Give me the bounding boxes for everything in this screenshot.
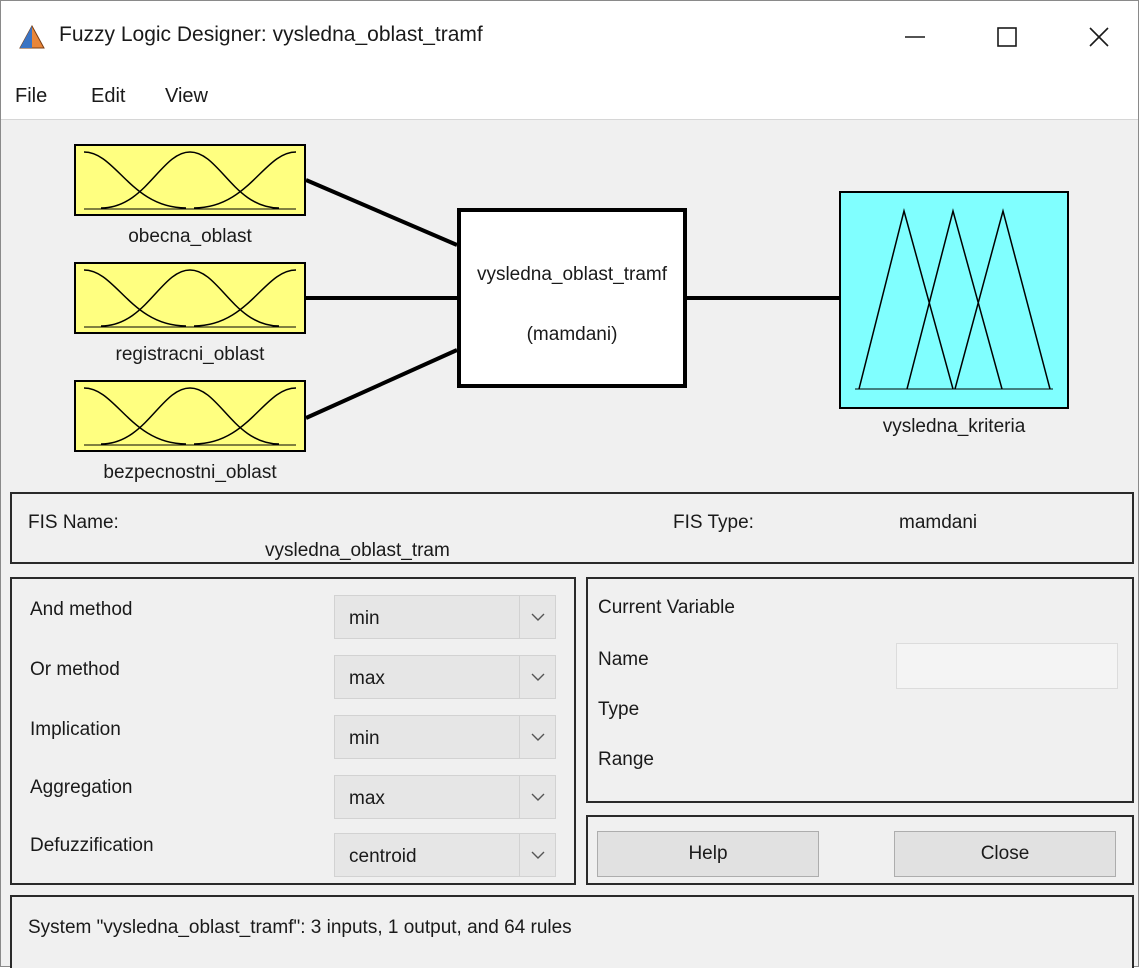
implication-label: Implication — [30, 719, 121, 740]
chevron-down-icon[interactable] — [519, 716, 555, 758]
input-variable-registracni-oblast[interactable] — [74, 262, 306, 334]
and-method-label: And method — [30, 599, 133, 620]
fis-system-name: vysledna_oblast_tramf — [476, 264, 668, 285]
maximize-button[interactable] — [977, 13, 1037, 59]
aggregation-select[interactable]: max — [334, 775, 556, 819]
current-variable-panel: Current Variable Name Type Range — [586, 577, 1134, 803]
menu-view[interactable]: View — [165, 85, 208, 108]
title-bar: Fuzzy Logic Designer: vysledna_oblast_tr… — [1, 1, 1138, 73]
fis-name-label: FIS Name: — [28, 512, 119, 533]
fis-info-panel: FIS Name: vysledna_oblast_tram FIS Type:… — [10, 492, 1134, 564]
membership-functions-icon — [83, 387, 297, 446]
triangular-membership-icon — [855, 208, 1053, 390]
close-icon — [1089, 27, 1109, 47]
help-button[interactable]: Help — [597, 831, 819, 877]
current-variable-range-label: Range — [598, 749, 654, 770]
methods-panel: And method min Or method max Implication… — [10, 577, 576, 885]
input-variable-obecna-oblast[interactable] — [74, 144, 306, 216]
chevron-down-icon[interactable] — [519, 656, 555, 698]
close-window-button[interactable] — [1069, 13, 1129, 59]
matlab-icon — [19, 24, 45, 49]
status-panel: System "vysledna_oblast_tramf": 3 inputs… — [10, 895, 1134, 968]
fis-system-type: (mamdani) — [526, 324, 618, 345]
aggregation-value: max — [349, 788, 385, 809]
or-method-value: max — [349, 668, 385, 689]
status-text: System "vysledna_oblast_tramf": 3 inputs… — [28, 917, 572, 938]
or-method-select[interactable]: max — [334, 655, 556, 699]
maximize-icon — [997, 27, 1017, 47]
close-button[interactable]: Close — [894, 831, 1116, 877]
and-method-select[interactable]: min — [334, 595, 556, 639]
minimize-icon — [905, 36, 925, 38]
fis-type-label: FIS Type: — [673, 512, 754, 533]
defuzzification-value: centroid — [349, 846, 417, 867]
output-label-vysledna-kriteria: vysledna_kriteria — [882, 416, 1026, 437]
input-label-obecna-oblast: obecna_oblast — [128, 226, 252, 247]
fis-diagram: obecna_oblast registracni_oblast bezpecn… — [1, 119, 1138, 484]
defuzzification-select[interactable]: centroid — [334, 833, 556, 877]
menu-bar: File Edit View — [1, 73, 1138, 119]
fis-system-block[interactable]: vysledna_oblast_tramf (mamdani) — [457, 208, 687, 388]
menu-edit[interactable]: Edit — [91, 85, 125, 108]
chevron-down-icon[interactable] — [519, 834, 555, 876]
current-variable-name-label: Name — [598, 649, 649, 670]
current-variable-name-field[interactable] — [896, 643, 1118, 689]
input-variable-bezpecnostni-oblast[interactable] — [74, 380, 306, 452]
and-method-value: min — [349, 608, 380, 629]
implication-value: min — [349, 728, 380, 749]
current-variable-title: Current Variable — [598, 597, 735, 618]
buttons-panel: Help Close — [586, 815, 1134, 885]
window-title: Fuzzy Logic Designer: vysledna_oblast_tr… — [59, 23, 483, 46]
chevron-down-icon[interactable] — [519, 596, 555, 638]
output-variable-vysledna-kriteria[interactable] — [839, 191, 1069, 409]
fis-name-field[interactable]: vysledna_oblast_tram — [265, 540, 450, 560]
defuzzification-label: Defuzzification — [30, 835, 154, 856]
implication-select[interactable]: min — [334, 715, 556, 759]
aggregation-label: Aggregation — [30, 777, 133, 798]
fis-type-value: mamdani — [899, 512, 978, 533]
membership-functions-icon — [83, 151, 297, 210]
current-variable-type-label: Type — [598, 699, 640, 720]
fuzzy-logic-designer-window: Fuzzy Logic Designer: vysledna_oblast_tr… — [0, 0, 1139, 968]
input-label-bezpecnostni-oblast: bezpecnostni_oblast — [103, 462, 277, 483]
input-label-registracni-oblast: registracni_oblast — [115, 344, 265, 365]
membership-functions-icon — [83, 269, 297, 328]
menu-file[interactable]: File — [15, 85, 47, 108]
minimize-button[interactable] — [885, 13, 945, 59]
or-method-label: Or method — [30, 659, 120, 680]
chevron-down-icon[interactable] — [519, 776, 555, 818]
